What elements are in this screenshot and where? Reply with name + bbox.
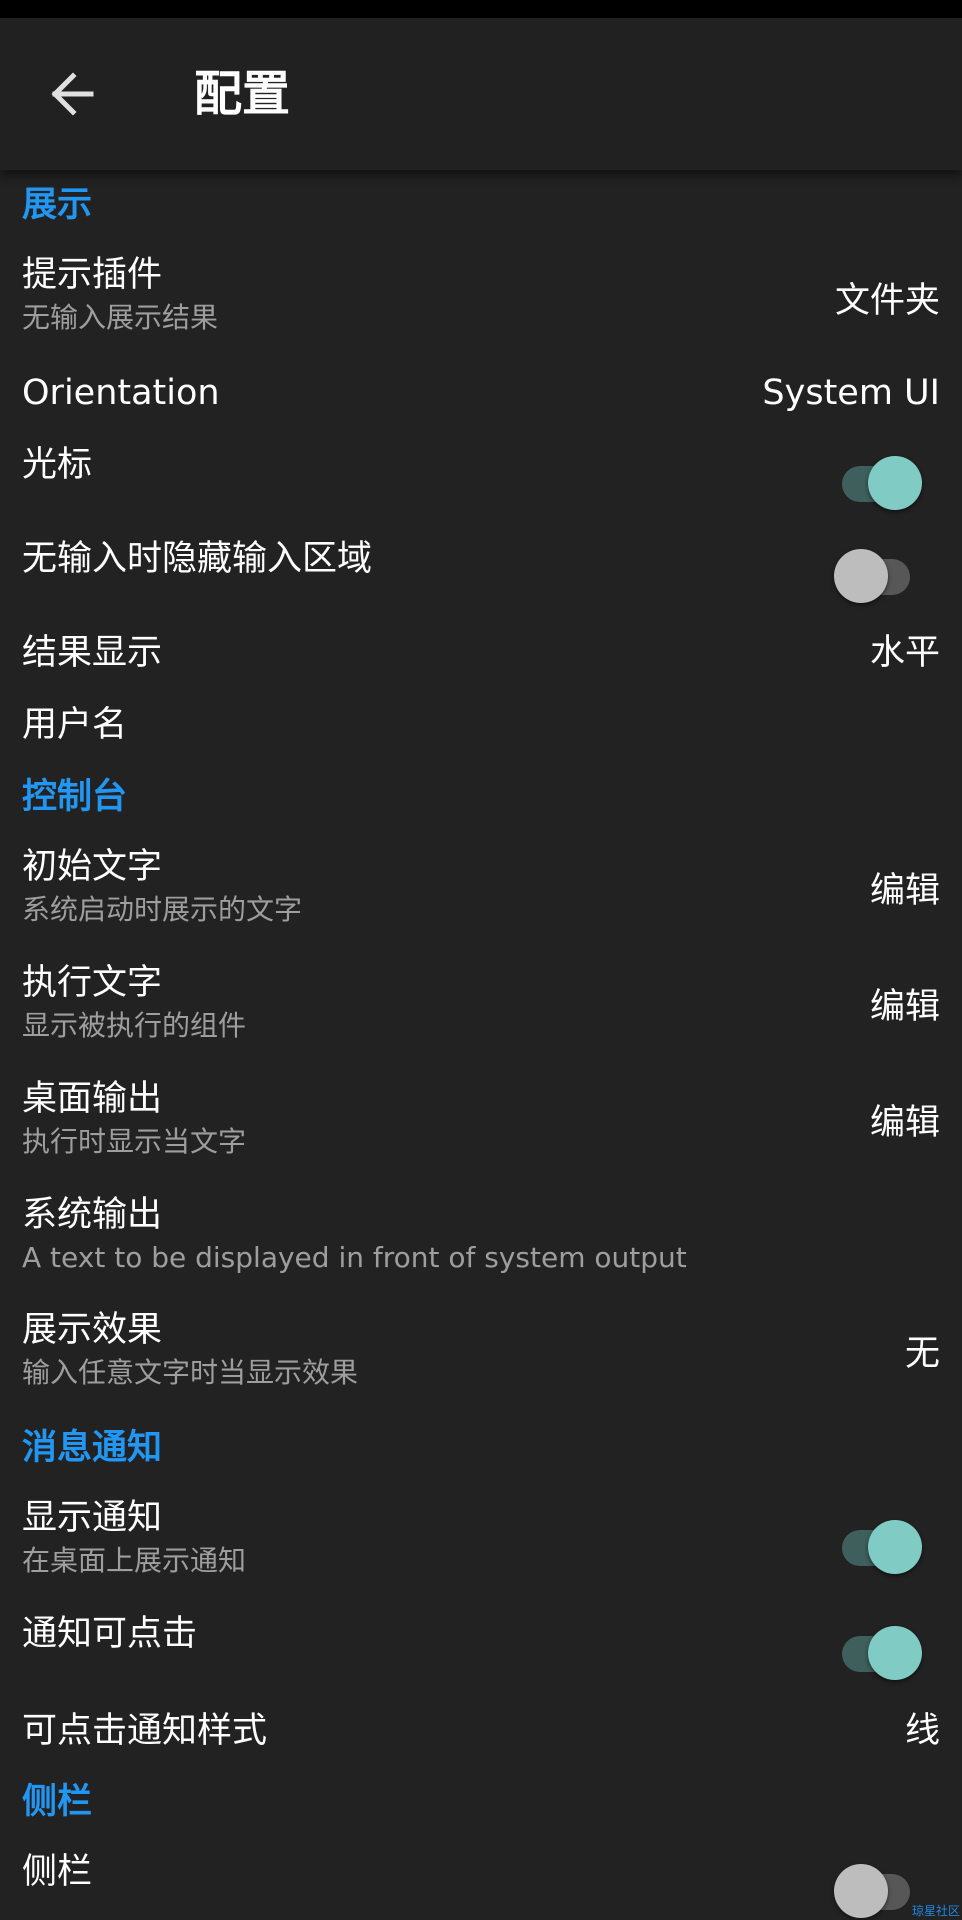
settings-list: 展示 提示插件 无输入展示结果 文件夹 Orientation System U… xyxy=(0,170,962,1920)
setting-clickable-style[interactable]: 可点击通知样式 线 xyxy=(0,1710,962,1764)
setting-desktop-output[interactable]: 桌面输出 执行时显示当文字 编辑 xyxy=(0,1078,962,1178)
setting-title: Orientation xyxy=(22,373,220,413)
section-title: 展示 xyxy=(22,185,93,225)
setting-hint-plugin[interactable]: 提示插件 无输入展示结果 文件夹 xyxy=(0,254,962,354)
back-button[interactable] xyxy=(34,54,114,134)
setting-title: 无输入时隐藏输入区域 xyxy=(22,539,373,579)
setting-notification-clickable[interactable]: 通知可点击 xyxy=(0,1613,962,1685)
setting-title: 初始文字 xyxy=(22,847,163,887)
switch-thumb xyxy=(868,1626,922,1680)
setting-summary: 显示被执行的组件 xyxy=(22,1009,247,1042)
setting-title: 展示效果 xyxy=(22,1310,163,1350)
setting-summary: 在桌面上展示通知 xyxy=(22,1544,247,1577)
section-header-display: 展示 xyxy=(0,184,962,226)
show-notifications-switch[interactable] xyxy=(834,1511,930,1574)
setting-result-display[interactable]: 结果显示 水平 xyxy=(0,632,962,686)
setting-display-effect[interactable]: 展示效果 输入任意文字时当显示效果 无 xyxy=(0,1309,962,1409)
section-header-notifications: 消息通知 xyxy=(0,1427,962,1469)
setting-value: 编辑 xyxy=(869,871,940,911)
section-title: 消息通知 xyxy=(22,1428,163,1468)
app-bar: 配置 xyxy=(0,18,962,170)
setting-system-output[interactable]: 系统输出 A text to be displayed in front of … xyxy=(0,1194,962,1294)
setting-title: 桌面输出 xyxy=(22,1079,163,1119)
status-bar xyxy=(0,0,962,18)
switch-thumb xyxy=(834,1864,888,1918)
notification-clickable-switch[interactable] xyxy=(834,1617,930,1680)
setting-summary: 输入任意文字时当显示效果 xyxy=(22,1356,359,1389)
setting-cursor[interactable]: 光标 xyxy=(0,444,962,516)
setting-title: 用户名 xyxy=(22,705,128,745)
setting-value: 文件夹 xyxy=(834,281,940,321)
setting-summary: 系统启动时展示的文字 xyxy=(22,893,303,926)
setting-summary: 执行时显示当文字 xyxy=(22,1125,247,1158)
setting-hide-input[interactable]: 无输入时隐藏输入区域 xyxy=(0,538,962,610)
setting-username[interactable]: 用户名 xyxy=(0,704,962,758)
setting-title: 系统输出 xyxy=(22,1195,163,1235)
setting-initial-text[interactable]: 初始文字 系统启动时展示的文字 编辑 xyxy=(0,846,962,946)
setting-title: 通知可点击 xyxy=(22,1614,198,1654)
setting-value: 编辑 xyxy=(869,1103,940,1143)
setting-value: 编辑 xyxy=(869,987,940,1027)
section-title: 侧栏 xyxy=(22,1782,93,1822)
setting-title: 可点击通知样式 xyxy=(22,1711,268,1751)
setting-value: 线 xyxy=(904,1711,940,1751)
setting-title: 执行文字 xyxy=(22,963,163,1003)
section-header-console: 控制台 xyxy=(0,776,962,818)
cursor-switch[interactable] xyxy=(834,447,930,510)
section-header-sidebar: 侧栏 xyxy=(0,1781,962,1823)
setting-title: 结果显示 xyxy=(22,633,163,673)
watermark: 琼星社区 xyxy=(911,1904,960,1918)
switch-thumb xyxy=(868,1520,922,1574)
setting-title: 显示通知 xyxy=(22,1498,163,1538)
setting-sidebar[interactable]: 侧栏 xyxy=(0,1851,962,1920)
page-title: 配置 xyxy=(194,66,291,122)
setting-title: 侧栏 xyxy=(22,1852,93,1892)
setting-value: System UI xyxy=(762,373,940,413)
setting-summary: A text to be displayed in front of syste… xyxy=(22,1241,687,1274)
hide-input-switch[interactable] xyxy=(834,540,930,603)
section-title: 控制台 xyxy=(22,777,128,817)
setting-summary: 无输入展示结果 xyxy=(22,301,219,334)
switch-thumb xyxy=(868,456,922,510)
arrow-back-icon xyxy=(51,72,94,116)
setting-orientation[interactable]: Orientation System UI xyxy=(0,372,962,426)
setting-title: 提示插件 xyxy=(22,255,163,295)
setting-show-notifications[interactable]: 显示通知 在桌面上展示通知 xyxy=(0,1497,962,1597)
switch-thumb xyxy=(834,549,888,603)
setting-value: 水平 xyxy=(869,633,940,673)
setting-value: 无 xyxy=(904,1334,940,1374)
setting-exec-text[interactable]: 执行文字 显示被执行的组件 编辑 xyxy=(0,962,962,1062)
setting-title: 光标 xyxy=(22,445,93,485)
